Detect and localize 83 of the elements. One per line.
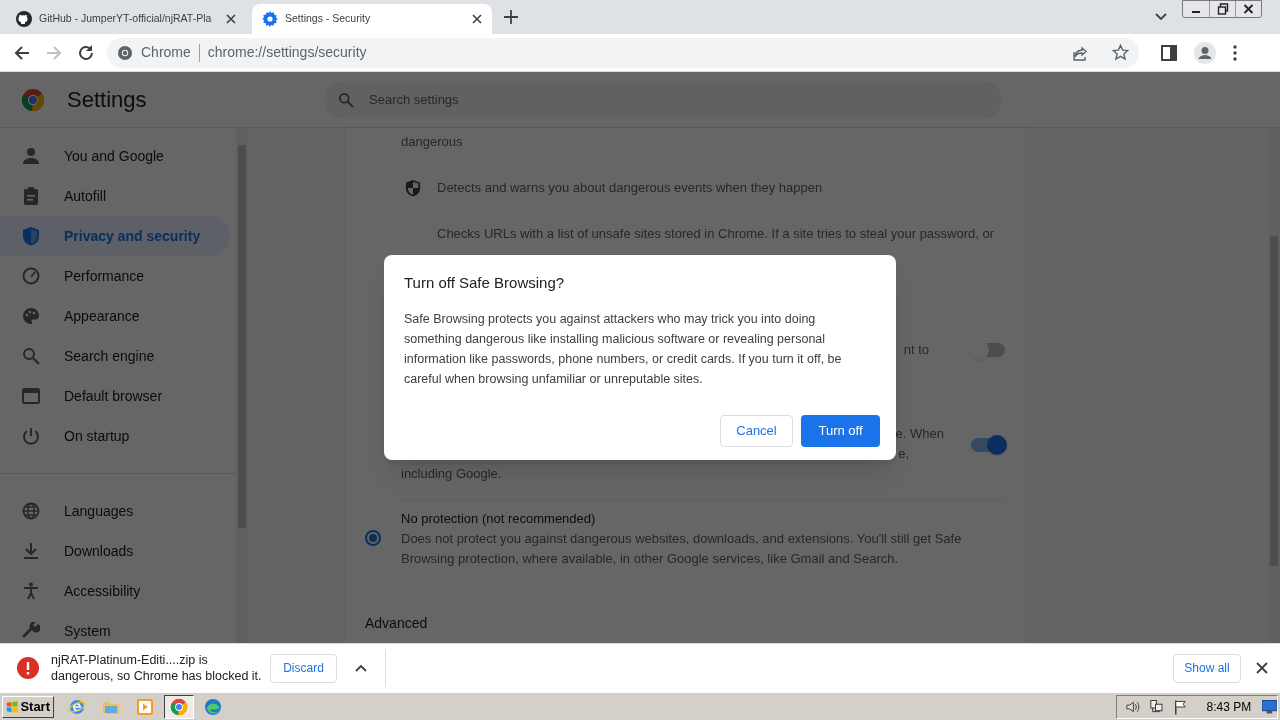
star-icon[interactable] [1112,44,1129,61]
menu-icon[interactable] [1233,44,1237,61]
side-panel-icon[interactable] [1161,44,1177,61]
toggle-switch[interactable] [971,438,1005,452]
sidebar-item[interactable]: Accessibility [0,571,230,611]
speaker-icon[interactable] [1125,698,1140,715]
site-label: Chrome [141,43,191,62]
sidebar-item[interactable]: Privacy and security [0,216,230,256]
feature-description: Detects and warns you about dangerous events when they happen [437,179,823,197]
search-field[interactable]: Search settings [324,80,1002,119]
shield-icon [405,179,421,197]
sidebar-item[interactable]: Autofill [0,176,230,216]
sidebar-item[interactable]: You and Google [0,136,230,176]
person-icon [22,147,40,165]
feature-description: Checks URLs with a list of unsafe sites stored in Chrome. If a site tries to steal your password, or [437,225,995,243]
start-button[interactable]: Start [2,695,54,718]
shield-icon [22,226,40,246]
share-icon[interactable] [1072,44,1088,61]
radio-button[interactable] [365,530,381,546]
reload-icon[interactable] [77,43,95,62]
error-icon [17,657,39,679]
close-icon[interactable] [472,14,482,24]
download-icon [23,542,39,560]
sidebar-item[interactable]: Languages [0,491,230,531]
browser-e-icon [68,697,86,716]
sidebar-item[interactable]: Downloads [0,531,230,571]
globe-icon [22,502,40,520]
sidebar-item[interactable]: On startup [0,416,230,456]
accessibility-icon [22,582,40,600]
option-description: Does not protect you against dangerous websites, downloads, and extensions. You'll still get Safe Browsing protection, where available, in other Google services, like Gmail and Search. [401,530,963,568]
address-bar[interactable]: Chrome chrome://settings/security [107,37,1139,68]
page-title: Settings [67,86,148,114]
search-icon [22,347,40,365]
palette-icon [22,307,40,325]
github-logo-icon [16,11,32,27]
network-icon[interactable] [1148,698,1164,715]
setting-description: e, [898,446,909,461]
close-icon[interactable] [226,14,236,24]
chrome-icon [170,697,188,716]
dialog-title: Turn off Safe Browsing? [404,273,566,293]
caret-icon[interactable] [355,664,367,672]
power-icon [22,427,40,445]
windows-logo-icon [6,699,19,714]
tab-title: Settings - Security [285,11,372,27]
back-icon[interactable] [13,43,31,62]
dialog-message: Safe Browsing protects you against attackers who may trick you into doing something dangerous like installing malicious software or revealing personal information like passwords, phone numbers, or credit cards. If you turn it off, be careful when browsing unfamiliar or unreputable sites. [404,310,843,388]
section-heading: Advanced [364,614,429,633]
show-desktop-icon[interactable] [1262,699,1277,714]
clipboard-icon [23,187,39,205]
edge-icon [204,697,222,716]
tab-title: GitHub - JumperYT-official/njRAT-Pla [39,11,213,27]
sidebar-item[interactable]: Performance [0,256,230,296]
option-title: No protection (not recommended) [401,510,597,528]
sidebar-item[interactable]: System [0,611,230,643]
chrome-icon [117,44,133,61]
tab-search-icon[interactable] [1155,13,1167,21]
browser-window-icon [22,388,40,404]
flag-icon[interactable] [1172,698,1188,715]
sidebar-item[interactable]: Default browser [0,376,230,416]
discard-button[interactable]: Discard [270,653,337,683]
setting-description: nt to [903,342,929,357]
sidebar-item[interactable]: Appearance [0,296,230,336]
taskbar-app[interactable] [164,694,194,719]
browser-tab[interactable]: Settings - Security [252,4,492,34]
download-warning: njRAT-Platinum-Editi....zip is dangerous, so Chrome has blocked it. [51,652,263,684]
url-text: chrome://settings/security [207,43,368,62]
cancel-button[interactable]: Cancel [720,414,793,447]
gear-icon [262,11,278,27]
chrome-logo-icon [21,87,45,112]
toggle-switch[interactable] [971,343,1005,357]
profile-avatar-icon[interactable] [1194,41,1216,64]
wrench-icon [22,622,40,640]
show-all-button[interactable]: Show all [1173,653,1241,683]
description-text: dangerous [400,133,464,151]
media-player-icon [136,697,154,716]
setting-description: including Google. [401,466,502,481]
clock: 8:43 PM [1206,698,1252,716]
new-tab-icon[interactable] [504,10,518,24]
gauge-icon [22,267,40,285]
turn-off-button[interactable]: Turn off [801,414,880,447]
close-icon[interactable] [1256,662,1268,674]
setting-description: e. When [895,426,944,441]
sidebar-item[interactable]: Search engine [0,336,230,376]
